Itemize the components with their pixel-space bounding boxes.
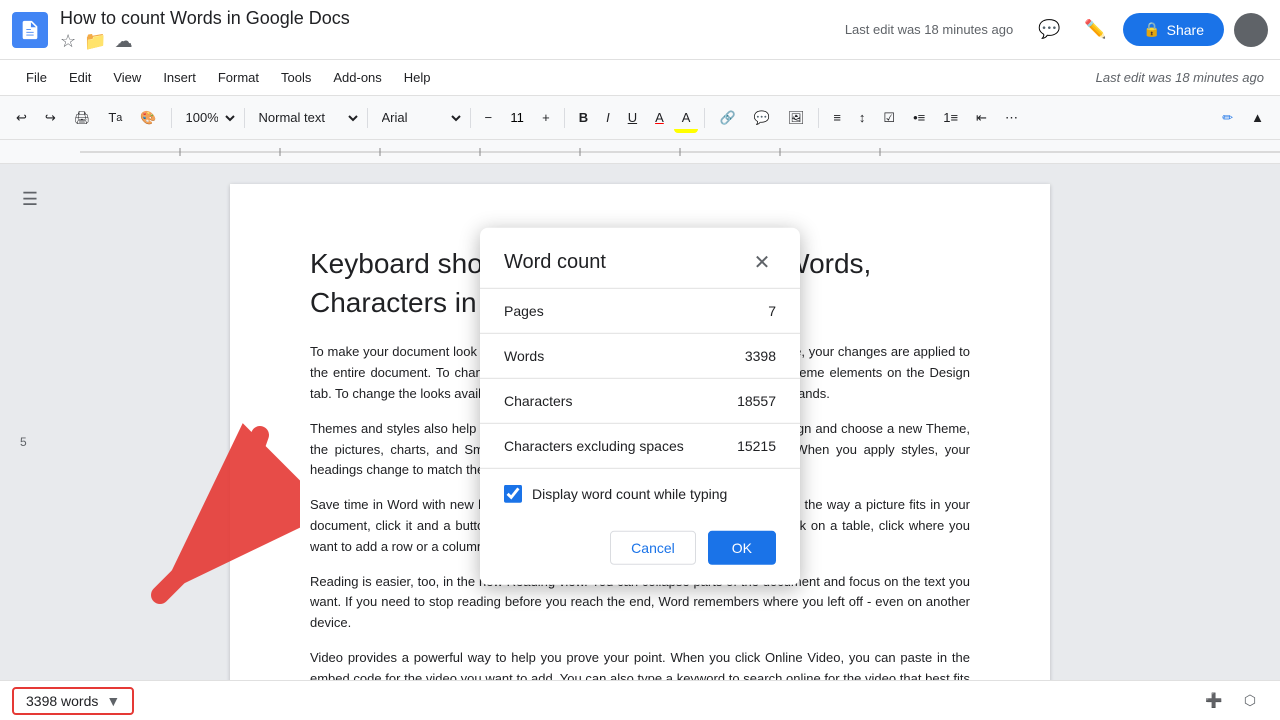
toolbar: ↩ ↪ 🖨 Ta 🎨 100% 75% 125% 150% Normal tex… [0,96,1280,140]
bullet-list-button[interactable]: •≡ [905,103,933,133]
divider-7 [818,108,819,128]
page-number-left: 5 [20,435,27,449]
font-decrease-button[interactable]: − [477,103,501,133]
dialog-close-button[interactable]: ✕ [748,248,776,276]
menu-format[interactable]: Format [208,66,269,89]
numbered-list-button[interactable]: 1≡ [935,103,966,133]
more-options-button[interactable]: ⋯ [997,103,1026,133]
menu-tools[interactable]: Tools [271,66,321,89]
checklist-button[interactable]: ☑ [875,103,903,133]
table-row-words: Words 3398 [480,333,800,378]
paragraph-style-select[interactable]: Normal text Heading 1 Heading 2 [251,104,361,132]
menu-bar: File Edit View Insert Format Tools Add-o… [0,60,1280,96]
chars-excl-value: 15215 [712,423,800,468]
star-icon[interactable]: ☆ [60,31,76,52]
pages-label: Pages [480,288,712,333]
zoom-select[interactable]: 100% 75% 125% 150% [178,104,238,132]
last-edit-text: Last edit was 18 minutes ago [845,22,1013,37]
sidebar-list-icon[interactable]: ☰ [15,184,45,214]
toolbar-collapse-button[interactable]: ▲ [1243,103,1272,133]
font-increase-button[interactable]: + [534,103,558,133]
link-button[interactable]: 🔗 [711,103,743,133]
menu-insert[interactable]: Insert [153,66,206,89]
divider-4 [470,108,471,128]
divider-5 [564,108,565,128]
align-button[interactable]: ≡ [825,103,849,133]
italic-button[interactable]: I [598,103,618,133]
expand-button[interactable]: ⬡ [1232,683,1268,719]
divider-3 [367,108,368,128]
share-button[interactable]: 🔒 Share [1123,13,1224,46]
text-color-button[interactable]: A [647,103,672,133]
word-count-table: Pages 7 Words 3398 Characters 18557 Char… [480,288,800,468]
menu-file[interactable]: File [16,66,57,89]
line-spacing-button[interactable]: ↕ [851,103,874,133]
indent-decrease-button[interactable]: ⇤ [968,103,995,133]
add-page-button[interactable]: ➕ [1196,683,1232,719]
title-area: How to count Words in Google Docs ☆ 📁 ☁ [60,8,845,52]
underline-button[interactable]: U [620,103,645,133]
title-icons: ☆ 📁 ☁ [60,31,845,52]
editing-mode-button[interactable]: ✏️ [1077,12,1113,48]
image-button[interactable]: 🖼 [780,103,813,133]
menu-edit[interactable]: Edit [59,66,101,89]
doc-title[interactable]: How to count Words in Google Docs [60,8,845,29]
table-row-characters: Characters 18557 [480,378,800,423]
share-icon: 🔒 [1143,21,1160,38]
cancel-button[interactable]: Cancel [610,531,696,565]
divider-1 [171,108,172,128]
undo-button[interactable]: ↩ [8,103,35,133]
pages-value: 7 [712,288,800,333]
top-right-actions: Last edit was 18 minutes ago 💬 ✏️ 🔒 Shar… [845,12,1268,48]
words-label: Words [480,333,712,378]
top-bar: How to count Words in Google Docs ☆ 📁 ☁ … [0,0,1280,60]
bottom-bar: 3398 words ▼ ➕ ⬡ [0,680,1280,720]
ruler [0,140,1280,164]
highlight-button[interactable]: A [674,103,699,133]
word-count-text: 3398 words [26,693,98,709]
right-scrollbar[interactable] [1260,164,1280,720]
divider-2 [244,108,245,128]
dialog-title: Word count [504,250,606,273]
display-word-count-label: Display word count while typing [532,486,727,502]
print-button[interactable]: 🖨 [66,103,99,133]
display-word-count-checkbox[interactable] [504,485,522,503]
share-label: Share [1167,22,1204,38]
dialog-header: Word count ✕ [480,228,800,288]
last-edit-menu: Last edit was 18 minutes ago [1096,70,1264,85]
user-avatar[interactable] [1234,13,1268,47]
table-row-chars-excl-spaces: Characters excluding spaces 15215 [480,423,800,468]
font-select[interactable]: Arial Times New Roman [374,104,464,132]
divider-6 [704,108,705,128]
google-docs-icon [12,12,48,48]
document-area: ☰ Keyboard shortcut to show number of Wo… [0,164,1280,720]
comments-button[interactable]: 💬 [1031,12,1067,48]
characters-label: Characters [480,378,712,423]
bold-button[interactable]: B [571,103,596,133]
comment-button[interactable]: 💬 [746,103,778,133]
redo-button[interactable]: ↪ [37,103,64,133]
word-count-dialog: Word count ✕ Pages 7 Words 3398 Characte… [480,228,800,585]
left-sidebar: ☰ [0,164,60,720]
paint-format-button[interactable]: 🎨 [132,103,164,133]
cloud-icon[interactable]: ☁ [115,31,133,52]
menu-addons[interactable]: Add-ons [323,66,391,89]
table-row-pages: Pages 7 [480,288,800,333]
menu-help[interactable]: Help [394,66,441,89]
font-size-display: 11 [502,110,532,125]
menu-view[interactable]: View [103,66,151,89]
words-value: 3398 [712,333,800,378]
ok-button[interactable]: OK [708,531,776,565]
dialog-footer: Cancel OK [480,519,800,585]
editing-pencil-button[interactable]: ✏ [1214,103,1241,133]
characters-value: 18557 [712,378,800,423]
chars-excl-label: Characters excluding spaces [480,423,712,468]
folder-icon[interactable]: 📁 [84,31,106,52]
word-count-bar[interactable]: 3398 words ▼ [12,687,134,715]
checkbox-row: Display word count while typing [480,468,800,519]
word-count-dropdown-icon[interactable]: ▼ [106,693,120,709]
spell-check-button[interactable]: Ta [100,103,130,133]
